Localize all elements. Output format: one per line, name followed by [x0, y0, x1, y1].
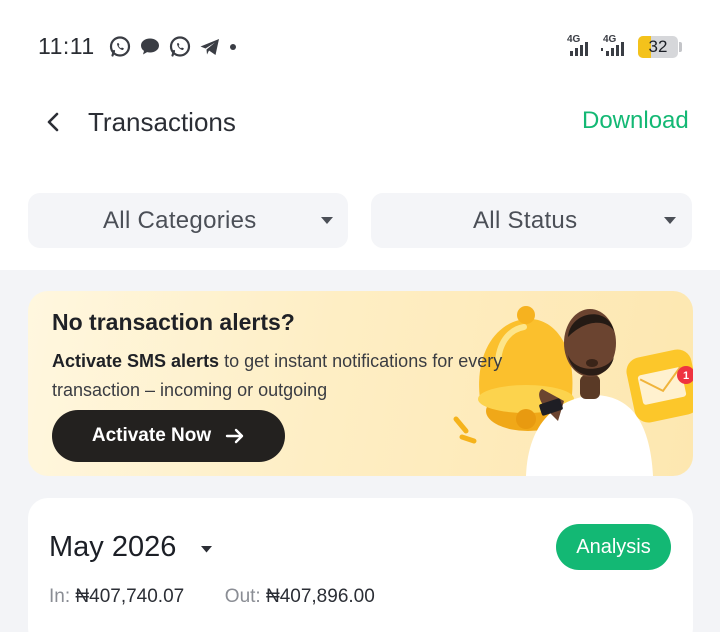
- month-summary-card: May 2026 Analysis In: ₦407,740.07 Out: ₦…: [28, 498, 693, 632]
- activate-now-label: Activate Now: [91, 425, 212, 446]
- page-title: Transactions: [88, 107, 236, 137]
- in-amount: ₦407,740.07: [75, 586, 185, 607]
- top-panel: 11:11 4G 4G 32 Transactions Download All…: [0, 0, 720, 270]
- sms-alert-banner[interactable]: 1 No transaction alerts? Activate SMS al…: [28, 291, 693, 476]
- more-notifications-dot: [230, 44, 236, 50]
- caret-down-icon: [321, 217, 333, 224]
- activate-now-button[interactable]: Activate Now: [52, 410, 285, 462]
- battery-indicator: 32: [638, 36, 678, 58]
- envelope-badge: 1: [683, 370, 689, 382]
- banner-body-bold: Activate SMS alerts: [52, 351, 220, 371]
- download-button[interactable]: Download: [582, 107, 689, 135]
- category-filter-label: All Categories: [103, 207, 257, 234]
- signal-2-label: 4G: [603, 34, 617, 45]
- banner-body: Activate SMS alerts to get instant notif…: [52, 347, 552, 405]
- whatsapp-icon: [109, 36, 131, 57]
- status-filter-label: All Status: [473, 207, 578, 234]
- out-label: Out:: [224, 586, 261, 607]
- telegram-icon: [200, 39, 219, 55]
- signal-1: 4G: [565, 34, 591, 58]
- banner-title: No transaction alerts?: [52, 309, 295, 335]
- signal-2: 4G: [601, 34, 627, 58]
- notification-icons: [108, 35, 236, 59]
- status-bar: 11:11 4G 4G 32: [0, 0, 720, 90]
- battery-percent: 32: [648, 37, 668, 56]
- chat-bubble-icon: [141, 38, 159, 55]
- arrow-right-icon: [225, 428, 244, 444]
- battery-tip: [679, 42, 682, 52]
- status-time: 11:11: [38, 33, 95, 59]
- signal-1-label: 4G: [567, 34, 581, 45]
- caret-down-icon: [664, 217, 676, 224]
- whatsapp-icon: [169, 36, 191, 57]
- in-out-totals: In: ₦407,740.07 Out: ₦407,896.00: [49, 586, 375, 608]
- category-filter-dropdown[interactable]: All Categories: [28, 193, 348, 248]
- analysis-button[interactable]: Analysis: [556, 524, 671, 570]
- month-selector[interactable]: May 2026: [49, 531, 176, 564]
- status-filter-dropdown[interactable]: All Status: [371, 193, 692, 248]
- in-label: In:: [49, 586, 71, 607]
- caret-down-icon[interactable]: [200, 545, 213, 553]
- back-arrow-icon[interactable]: [40, 108, 68, 136]
- out-amount: ₦407,896.00: [265, 586, 375, 607]
